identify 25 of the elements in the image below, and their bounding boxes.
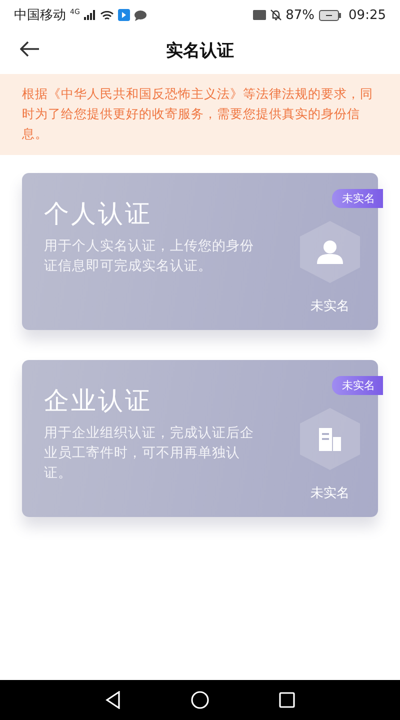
status-label: 未实名 [310, 485, 350, 502]
carrier-name: 中国移动 [14, 7, 66, 24]
home-nav-icon[interactable] [191, 691, 209, 709]
recent-apps-icon[interactable] [279, 692, 295, 708]
hd-icon [252, 10, 266, 20]
card-title: 企业认证 [44, 385, 153, 417]
card-description: 用于个人实名认证，上传您的身份证信息即可完成实名认证。 [44, 237, 255, 276]
app-icon [118, 9, 130, 21]
status-badge: 未实名 [332, 189, 383, 208]
battery-icon [318, 10, 341, 20]
page-title: 实名认证 [166, 40, 234, 62]
card-title: 个人认证 [44, 198, 153, 230]
person-icon [317, 240, 343, 264]
notice-banner: 根据《中华人民共和国反恐怖主义法》等法律法规的要求，同时为了给您提供更好的收寄服务，需要您提供真实的身份信息。 [0, 74, 400, 155]
building-icon [318, 427, 342, 451]
status-badge: 未实名 [332, 376, 383, 395]
back-nav-icon[interactable] [105, 691, 121, 709]
muted-bell-icon [270, 9, 282, 21]
clock-time: 09:25 [348, 8, 386, 22]
battery-percent: 87% [286, 8, 315, 22]
chat-icon [134, 10, 147, 20]
wifi-icon [100, 10, 114, 20]
status-label: 未实名 [310, 298, 350, 315]
card-description: 用于企业组织认证，完成认证后企业员工寄件时，可不用再单独认证。 [44, 424, 255, 483]
signal-icon [84, 10, 96, 20]
